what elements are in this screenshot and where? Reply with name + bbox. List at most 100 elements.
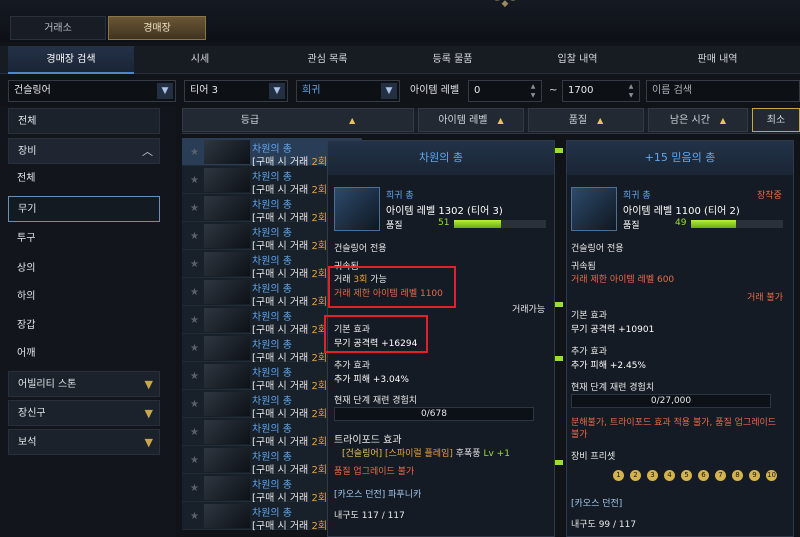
tooltip-bound: 귀속됨: [571, 262, 596, 272]
preset-dot[interactable]: 2: [630, 470, 641, 481]
tooltip-grade-type: 희귀 총: [623, 191, 651, 201]
column-min-bid[interactable]: 최소: [752, 108, 800, 132]
tooltip-equipped: 장착중: [757, 191, 782, 201]
column-label: 남은 시간: [669, 115, 710, 126]
spinner-icon[interactable]: ▲ ▼: [527, 82, 539, 100]
star-icon[interactable]: ★: [190, 259, 199, 270]
star-icon[interactable]: ★: [190, 175, 199, 186]
tooltip-extra-effect: 추가 효과: [334, 361, 370, 371]
sidebar-subitem-shoulder[interactable]: 어깨: [8, 341, 160, 367]
quality-bar: [454, 220, 546, 228]
tooltip-restrictions: 분해불가, 트라이포드 효과 적용 불가, 품질 업그레이드 불가: [571, 418, 777, 440]
tab-exchange[interactable]: 거래소: [10, 16, 106, 40]
gun-thumbnail: [204, 476, 250, 500]
star-icon[interactable]: ★: [190, 427, 199, 438]
star-icon[interactable]: ★: [190, 315, 199, 326]
star-icon[interactable]: ★: [190, 511, 199, 522]
tooltip-quality-upgrade: 품질 업그레이드 불가: [334, 467, 415, 477]
gun-thumbnail: [204, 364, 250, 388]
preset-dot[interactable]: 8: [732, 470, 743, 481]
star-icon[interactable]: ★: [190, 287, 199, 298]
sidebar-subitem-all[interactable]: 전체: [8, 166, 160, 192]
preset-dot[interactable]: 9: [749, 470, 760, 481]
sidebar-subitem-gloves[interactable]: 장갑: [8, 313, 160, 339]
sidebar-item-label: 하의: [17, 291, 36, 302]
preset-dot[interactable]: 1: [613, 470, 624, 481]
sidebar-subitem-weapon[interactable]: 무기: [8, 196, 160, 222]
star-icon[interactable]: ★: [190, 399, 199, 410]
subtab-auction-search[interactable]: 경매장 검색: [8, 46, 134, 74]
tripod-skill: [스파이럴 플레임]: [385, 449, 453, 459]
level-max-value: 1700: [568, 85, 594, 96]
tooltip-durability: 내구도 99 / 117: [571, 520, 637, 530]
column-item-level[interactable]: 아이템 레벨 ▲: [418, 108, 524, 132]
tooltip-grade-type: 희귀 총: [386, 191, 414, 201]
star-icon[interactable]: ★: [190, 455, 199, 466]
tab-auction[interactable]: 경매장: [108, 16, 206, 40]
tripod-level: Lv +1: [483, 449, 510, 459]
subtab-bid-history[interactable]: 입찰 내역: [515, 46, 640, 74]
gun-thumbnail: [204, 504, 250, 528]
star-icon[interactable]: ★: [190, 203, 199, 214]
highlight-box: [328, 266, 456, 308]
sidebar-item-label: 어빌리티 스톤: [18, 379, 77, 390]
tooltip-refine-exp: 현재 단계 재련 경험치: [571, 383, 655, 393]
chevron-down-icon: ▼: [144, 378, 153, 391]
refine-exp-bar: 0/27,000: [571, 394, 771, 408]
sidebar-item-label: 전체: [18, 116, 37, 127]
level-max-input[interactable]: 1700 ▲ ▼: [562, 80, 640, 102]
sidebar-item-label: 전체: [17, 173, 36, 184]
name-search-placeholder: 이름 검색: [652, 85, 692, 96]
tooltip-title: 차원의 총: [328, 141, 554, 175]
sidebar-item-label: 장갑: [17, 320, 36, 331]
star-icon[interactable]: ★: [190, 483, 199, 494]
sort-icon: ▲: [597, 116, 604, 125]
star-icon[interactable]: ★: [190, 231, 199, 242]
sidebar-item-equipment[interactable]: 장비 ︿: [8, 138, 160, 164]
name-search-input[interactable]: 이름 검색: [646, 80, 800, 102]
star-icon[interactable]: ★: [190, 371, 199, 382]
preset-dot[interactable]: 6: [698, 470, 709, 481]
subtab-watchlist[interactable]: 관심 목록: [265, 46, 390, 74]
spinner-icon[interactable]: ▲ ▼: [625, 82, 637, 100]
sidebar-subitem-bottom[interactable]: 하의: [8, 284, 160, 310]
column-grade[interactable]: 등급 ▲: [182, 108, 414, 132]
sidebar-item-label: 장비: [18, 146, 37, 157]
ornament-icon: ︶◆︶: [492, 0, 518, 9]
preset-dot[interactable]: 10: [766, 470, 777, 481]
sidebar-item-accessory[interactable]: 장신구 ▼: [8, 400, 160, 426]
column-time-left[interactable]: 남은 시간 ▲: [648, 108, 748, 132]
sidebar-item-ability-stone[interactable]: 어빌리티 스톤 ▼: [8, 371, 160, 397]
subtab-market-price[interactable]: 시세: [140, 46, 260, 74]
sidebar-subitem-top[interactable]: 상의: [8, 256, 160, 282]
sidebar-item-gem[interactable]: 보석 ▼: [8, 429, 160, 455]
star-icon[interactable]: ★: [190, 343, 199, 354]
grade-select[interactable]: 희귀 ▼: [296, 80, 400, 102]
chevron-down-icon: ▼: [381, 83, 397, 99]
tier-select[interactable]: 티어 3 ▼: [184, 80, 288, 102]
tooltip-quality-label: 품질: [386, 221, 403, 231]
column-quality[interactable]: 품질 ▲: [528, 108, 644, 132]
grade-select-value: 희귀: [302, 85, 321, 96]
sidebar-subitem-helmet[interactable]: 투구: [8, 226, 160, 252]
chevron-up-icon: ︿: [142, 145, 153, 158]
tooltip-extra-damage: 추가 피해 +3.04%: [334, 375, 409, 385]
tooltip-item-level: 아이템 레벨 1302 (티어 3): [386, 206, 503, 217]
sidebar-item-label: 어깨: [17, 348, 36, 359]
subtab-sale-history[interactable]: 판매 내역: [640, 46, 795, 74]
class-select[interactable]: 건슬링어 ▼: [8, 80, 176, 102]
preset-dot[interactable]: 7: [715, 470, 726, 481]
preset-dot[interactable]: 5: [681, 470, 692, 481]
tooltip-tradeable: 거래가능: [512, 305, 546, 315]
sidebar-item-all[interactable]: 전체: [8, 108, 160, 134]
tooltip-trade-no: 거래 불가: [747, 293, 783, 303]
preset-dot[interactable]: 4: [664, 470, 675, 481]
level-min-input[interactable]: 0 ▲ ▼: [468, 80, 542, 102]
sidebar-item-label: 장신구: [18, 408, 46, 419]
star-icon[interactable]: ★: [190, 147, 199, 158]
preset-dot[interactable]: 3: [647, 470, 658, 481]
subtab-registered[interactable]: 등록 물품: [390, 46, 515, 74]
sort-icon: ▲: [349, 116, 356, 125]
column-label: 최소: [766, 115, 786, 126]
preset-dots: 1 2 3 4 5 6 7 8 9 10: [613, 470, 783, 482]
